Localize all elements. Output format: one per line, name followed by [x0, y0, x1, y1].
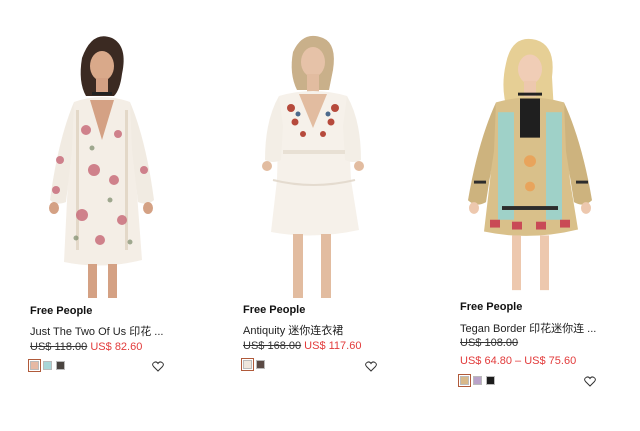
- color-swatch[interactable]: [43, 361, 52, 370]
- product-price: US$ 118.00 US$ 82.60: [30, 341, 142, 353]
- color-swatches: [458, 374, 495, 387]
- product-brand[interactable]: Free People: [243, 304, 305, 316]
- original-price: US$ 168.00: [243, 340, 302, 352]
- product-card: Free People Antiquity 迷你连衣裙 US$ 168.00 U…: [241, 0, 383, 431]
- product-name[interactable]: Antiquity 迷你连衣裙: [243, 322, 343, 338]
- product-brand[interactable]: Free People: [460, 301, 522, 313]
- color-swatch[interactable]: [256, 360, 265, 369]
- original-price: US$ 108.00: [460, 337, 519, 349]
- color-swatch[interactable]: [458, 374, 471, 387]
- product-image[interactable]: [460, 34, 600, 296]
- product-image[interactable]: [243, 30, 383, 298]
- product-image[interactable]: [30, 30, 160, 298]
- color-swatch[interactable]: [56, 361, 65, 370]
- color-swatches: [28, 359, 65, 372]
- sale-price: US$ 82.60: [90, 341, 143, 353]
- color-swatch[interactable]: [28, 359, 41, 372]
- product-price-original: US$ 108.00: [460, 337, 518, 349]
- product-name[interactable]: Just The Two Of Us 印花 ...: [30, 323, 163, 339]
- color-swatch[interactable]: [486, 376, 495, 385]
- product-brand[interactable]: Free People: [30, 305, 92, 317]
- heart-outline-icon[interactable]: [584, 376, 596, 387]
- product-name[interactable]: Tegan Border 印花迷你连 ...: [460, 320, 596, 336]
- heart-outline-icon[interactable]: [152, 361, 164, 372]
- product-price: US$ 168.00 US$ 117.60: [243, 340, 361, 352]
- color-swatches: [241, 358, 265, 371]
- sale-price: US$ 64.80 – US$ 75.60: [460, 355, 577, 367]
- heart-outline-icon[interactable]: [365, 361, 377, 372]
- color-swatch[interactable]: [241, 358, 254, 371]
- product-card: Free People Tegan Border 印花迷你连 ... US$ 1…: [458, 0, 600, 431]
- sale-price: US$ 117.60: [304, 340, 362, 352]
- original-price: US$ 118.00: [30, 341, 88, 353]
- color-swatch[interactable]: [473, 376, 482, 385]
- product-card: Free People Just The Two Of Us 印花 ... US…: [28, 0, 164, 431]
- product-price-sale: US$ 64.80 – US$ 75.60: [460, 355, 576, 367]
